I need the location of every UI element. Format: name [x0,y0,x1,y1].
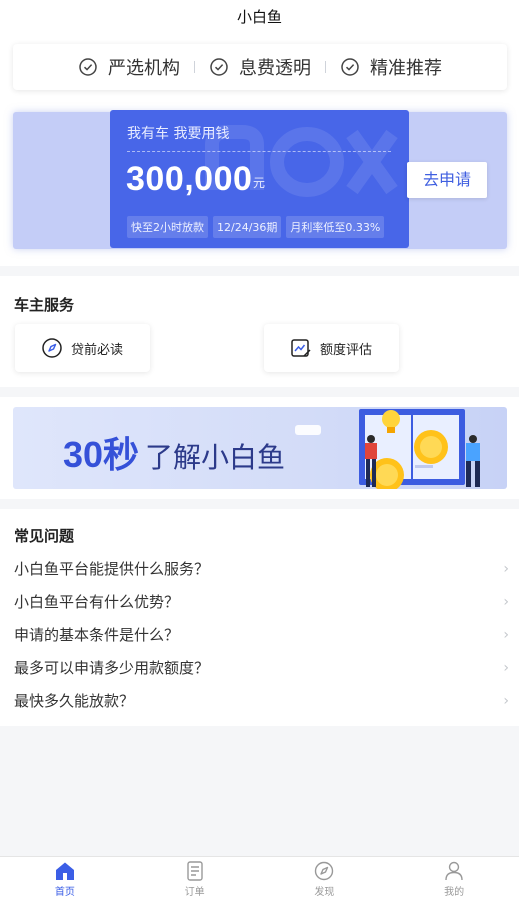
divider [127,151,391,152]
faq-item[interactable]: 最快多久能放款？ › [14,684,509,717]
service-label: 贷前必读 [71,342,124,358]
feature-label: 精准推荐 [370,58,442,79]
owner-service-section: 车主服务 贷前必读 额度评估 [0,276,519,387]
compass-icon [315,861,334,881]
tab-label: 发现 [314,887,335,898]
app-header: 小白鱼 [0,0,519,36]
faq-question: 小白鱼平台有什么优势？ [14,593,180,611]
check-circle-icon [79,58,97,76]
feature-item: 严选机构 [64,54,194,80]
hero-subtitle: 我有车 我要用钱 [127,126,230,142]
page-title: 小白鱼 [236,8,282,26]
hero-tag: 月利率低至0.33% [286,216,385,238]
faq-item[interactable]: 小白鱼平台有什么优势？ › [14,585,509,618]
service-label: 额度评估 [320,342,373,358]
compass-icon [42,338,62,358]
chart-edit-icon [291,339,311,357]
feature-item: 精准推荐 [326,54,456,80]
feature-label: 严选机构 [108,58,180,79]
tab-label: 我的 [444,887,465,898]
top-section: 严选机构 息费透明 精准推荐 我有车 我要用钱 300,000 元 快至2小时放… [0,36,519,266]
tab-label: 首页 [54,887,75,898]
amount-unit: 元 [253,176,266,190]
chevron-right-icon: › [503,692,509,709]
faq-question: 最快多久能放款？ [14,692,135,710]
loan-amount: 300,000 [126,160,253,198]
chevron-right-icon: › [503,659,509,676]
pre-loan-guide-button[interactable]: 贷前必读 [15,324,150,372]
order-list-icon [186,861,203,881]
tab-discover[interactable]: 发现 [260,857,390,900]
home-icon [55,862,74,880]
section-title: 常见问题 [14,527,75,545]
faq-question: 小白鱼平台能提供什么服务？ [14,560,210,578]
illustration-icon [359,409,480,489]
banner-text: 30秒 了解小白鱼 [63,426,285,478]
chevron-right-icon: › [503,560,509,577]
faq-question: 最多可以申请多少用款额度？ [14,659,210,677]
faq-section: 常见问题 小白鱼平台能提供什么服务？ › 小白鱼平台有什么优势？ › 申请的基本… [0,509,519,726]
section-title: 车主服务 [14,296,75,314]
check-circle-icon [210,58,228,76]
apply-button[interactable]: 去申请 [407,162,487,198]
faq-item[interactable]: 小白鱼平台能提供什么服务？ › [14,552,509,585]
chevron-right-icon: › [503,593,509,610]
banner-highlight: 30秒 [63,434,140,475]
banner-section: 30秒 了解小白鱼 [0,397,519,499]
faq-item[interactable]: 最多可以申请多少用款额度？ › [14,651,509,684]
tab-profile[interactable]: 我的 [389,857,519,900]
loan-hero-card[interactable]: 我有车 我要用钱 300,000 元 快至2小时放款 12/24/36期 月利率… [110,110,409,248]
hero-tag: 12/24/36期 [213,216,282,238]
features-bar: 严选机构 息费透明 精准推荐 [13,44,507,90]
bottom-tab-bar: 首页 订单 发现 我的 [0,856,519,900]
intro-video-banner[interactable]: 30秒 了解小白鱼 [13,407,507,489]
tab-orders[interactable]: 订单 [130,857,260,900]
hero-tags: 快至2小时放款 12/24/36期 月利率低至0.33% [127,216,389,238]
faq-question: 申请的基本条件是什么？ [14,626,180,644]
hero-tag: 快至2小时放款 [127,216,208,238]
feature-item: 息费透明 [195,54,325,80]
tab-home[interactable]: 首页 [0,857,130,900]
credit-assessment-button[interactable]: 额度评估 [264,324,399,372]
banner-decoration [295,425,321,435]
user-icon [445,861,463,881]
check-circle-icon [341,58,359,76]
tab-label: 订单 [184,887,205,898]
banner-caption: 了解小白鱼 [145,441,286,474]
faq-item[interactable]: 申请的基本条件是什么？ › [14,618,509,651]
feature-label: 息费透明 [239,58,311,79]
chevron-right-icon: › [503,626,509,643]
